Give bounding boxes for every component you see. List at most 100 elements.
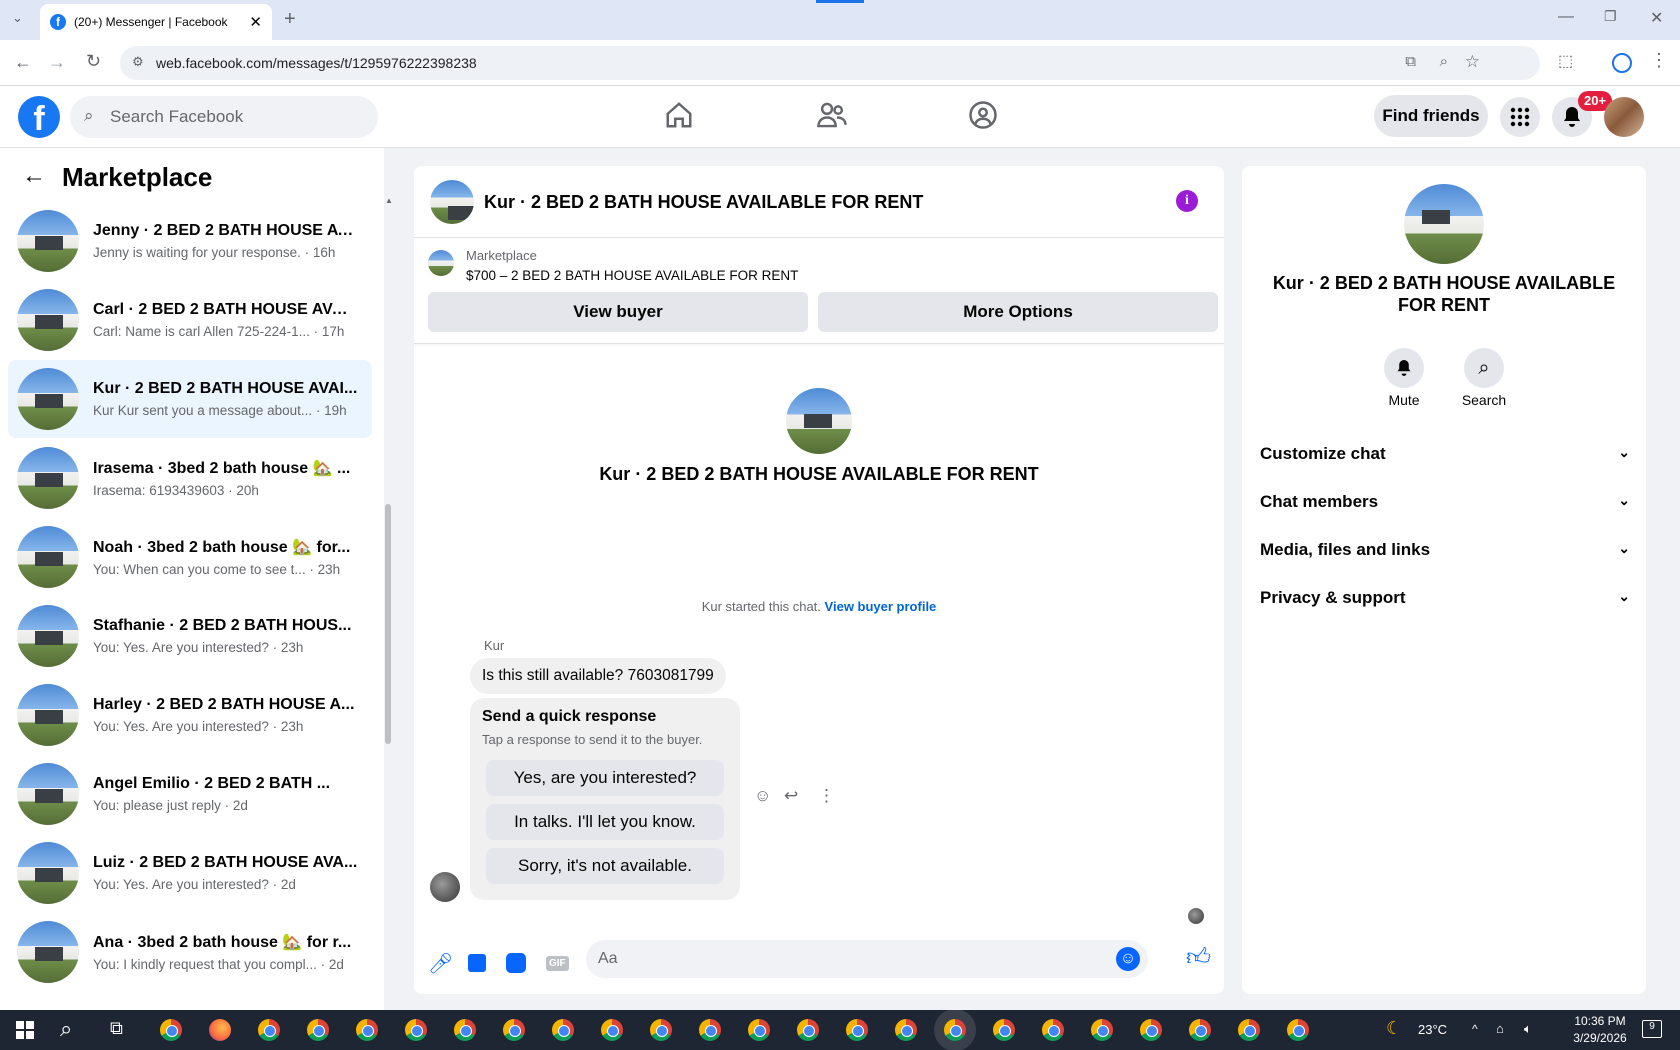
conversation-item[interactable]: Irasema · 3bed 2 bath house 🏡 ... Irasema…	[8, 439, 372, 517]
tray-chevron-icon[interactable]: ^	[1472, 1022, 1478, 1036]
back-icon[interactable]: ←	[14, 52, 32, 73]
info-section-row[interactable]: Customize chat ⌄	[1260, 444, 1630, 464]
new-tab-icon[interactable]: +	[284, 8, 296, 31]
chrome-taskbar-icon[interactable]	[356, 1019, 378, 1041]
notification-center-icon[interactable]: 9	[1642, 1020, 1662, 1038]
gif-icon[interactable]: GIF	[546, 955, 569, 971]
chrome-menu-icon[interactable]: ⋮	[1650, 50, 1668, 71]
tab-search-icon[interactable]: ⌄	[12, 10, 23, 26]
info-section-row[interactable]: Privacy & support ⌄	[1260, 588, 1630, 608]
bookmark-star-icon[interactable]: ☆	[1465, 52, 1480, 72]
taskbar-search-icon[interactable]: ⌕	[60, 1016, 72, 1042]
home-nav-icon[interactable]	[664, 100, 694, 135]
quick-reply-button[interactable]: In talks. I'll let you know.	[486, 804, 724, 840]
chrome-taskbar-icon[interactable]	[601, 1019, 623, 1041]
image-icon[interactable]	[468, 954, 486, 972]
more-options-button[interactable]: More Options	[818, 292, 1218, 332]
conversation-item[interactable]: Jenny · 2 BED 2 BATH HOUSE AV... Jenny is…	[8, 202, 372, 280]
conversation-item[interactable]: Noah · 3bed 2 bath house 🏡 for... You: Wh…	[8, 518, 372, 596]
tray-network-icon[interactable]: ⌂	[1496, 1021, 1504, 1036]
account-avatar[interactable]	[1604, 97, 1644, 137]
chrome-taskbar-icon[interactable]	[993, 1019, 1015, 1041]
chrome-taskbar-icon[interactable]	[846, 1019, 868, 1041]
browser-tab[interactable]: f (20+) Messenger | Facebook ✕	[40, 4, 272, 40]
chrome-taskbar-icon[interactable]	[797, 1019, 819, 1041]
info-section-row[interactable]: Chat members ⌄	[1260, 492, 1630, 512]
chat-header-avatar[interactable]	[430, 180, 474, 224]
close-tab-icon[interactable]: ✕	[249, 13, 262, 31]
chrome-taskbar-icon[interactable]	[160, 1019, 182, 1041]
chrome-taskbar-icon[interactable]	[650, 1019, 672, 1041]
chrome-taskbar-icon[interactable]	[258, 1019, 280, 1041]
chrome-taskbar-icon[interactable]	[895, 1019, 917, 1041]
extensions-icon[interactable]: ⬚	[1558, 51, 1573, 71]
chrome-taskbar-icon[interactable]	[1042, 1019, 1064, 1041]
zoom-icon[interactable]: ⌕	[1440, 53, 1448, 70]
chrome-taskbar-icon[interactable]	[748, 1019, 770, 1041]
url-field[interactable]: ⚙ web.facebook.com/messages/t/1295976222…	[120, 46, 1540, 80]
scroll-thumb[interactable]	[385, 504, 391, 744]
reply-arrow-icon[interactable]: ↩	[784, 786, 798, 806]
facebook-logo-icon[interactable]: f	[18, 96, 60, 138]
profile-icon[interactable]	[1612, 53, 1632, 73]
view-buyer-button[interactable]: View buyer	[428, 292, 808, 332]
emoji-icon[interactable]: ☺	[1116, 947, 1140, 971]
sticker-icon[interactable]	[506, 953, 526, 973]
search-chat-icon[interactable]: ⌕	[1464, 348, 1504, 388]
list-scrollbar[interactable]: ▲	[383, 196, 393, 996]
reload-icon[interactable]: ↻	[86, 51, 101, 72]
groups-nav-icon[interactable]	[968, 100, 998, 135]
conversation-item[interactable]: Angel Emilio · 2 BED 2 BATH ... You: plea…	[8, 755, 372, 833]
site-info-icon[interactable]: ⚙	[132, 54, 144, 70]
microphone-icon[interactable]: 🎤︎	[428, 951, 453, 976]
task-view-icon[interactable]: ⧉	[110, 1018, 123, 1039]
message-more-icon[interactable]: ⋮	[818, 786, 835, 806]
react-smile-icon[interactable]: ☺	[754, 786, 771, 806]
facebook-search-input[interactable]: ⌕ Search Facebook	[70, 96, 378, 138]
thumbs-up-icon[interactable]: 👍︎	[1186, 944, 1211, 972]
friends-nav-icon[interactable]	[816, 100, 848, 135]
listing-title[interactable]: $700 – 2 BED 2 BATH HOUSE AVAILABLE FOR …	[466, 268, 798, 283]
message-bubble[interactable]: Is this still available? 7603081799	[470, 658, 726, 694]
view-buyer-profile-link[interactable]: View buyer profile	[825, 599, 937, 614]
chrome-taskbar-icon[interactable]	[1189, 1019, 1211, 1041]
quick-reply-button[interactable]: Yes, are you interested?	[486, 760, 724, 796]
chrome-taskbar-icon[interactable]	[1091, 1019, 1113, 1041]
clock-date[interactable]: 3/29/2026	[1566, 1031, 1634, 1045]
info-icon[interactable]: i	[1176, 190, 1198, 212]
find-friends-button[interactable]: Find friends	[1374, 95, 1488, 137]
message-composer-input[interactable]: Aa ☺	[586, 940, 1148, 978]
windows-start-icon[interactable]	[16, 1021, 34, 1039]
chrome-taskbar-icon[interactable]	[454, 1019, 476, 1041]
restore-icon[interactable]: ❐	[1604, 8, 1617, 25]
quick-reply-button[interactable]: Sorry, it's not available.	[486, 848, 724, 884]
back-arrow-icon[interactable]: ←	[22, 162, 46, 190]
chrome-taskbar-icon[interactable]	[552, 1019, 574, 1041]
chrome-taskbar-icon[interactable]	[1140, 1019, 1162, 1041]
chat-header-title[interactable]: Kur · 2 BED 2 BATH HOUSE AVAILABLE FOR R…	[484, 192, 923, 213]
weather-temp[interactable]: 23°C	[1418, 1022, 1447, 1037]
info-section-row[interactable]: Media, files and links ⌄	[1260, 540, 1630, 560]
chrome-taskbar-icon[interactable]	[503, 1019, 525, 1041]
tray-volume-icon[interactable]: 🔈︎	[1524, 1021, 1532, 1037]
chrome-taskbar-icon[interactable]	[307, 1019, 329, 1041]
menu-grid-icon[interactable]	[1500, 97, 1540, 137]
minimize-icon[interactable]: —	[1558, 8, 1574, 26]
conversation-item[interactable]: Harley · 2 BED 2 BATH HOUSE A... You: Yes…	[8, 676, 372, 754]
firefox-taskbar-icon[interactable]	[209, 1019, 231, 1041]
conversation-item[interactable]: Luiz · 2 BED 2 BATH HOUSE AVA... You: Yes…	[8, 834, 372, 912]
chrome-taskbar-icon[interactable]	[1238, 1019, 1260, 1041]
conversation-item[interactable]: Ana · 3bed 2 bath house 🏡 for r... You: I…	[8, 913, 372, 991]
conversation-item[interactable]: Carl · 2 BED 2 BATH HOUSE AVAI... Carl: N…	[8, 281, 372, 359]
install-app-icon[interactable]: ⧉	[1405, 53, 1416, 70]
chrome-taskbar-icon[interactable]	[944, 1019, 966, 1041]
conversation-item[interactable]: Stafhanie · 2 BED 2 BATH HOUS... You: Yes…	[8, 597, 372, 675]
chrome-taskbar-icon[interactable]	[405, 1019, 427, 1041]
conversation-item[interactable]: Kur · 2 BED 2 BATH HOUSE AVAI... Kur Kur …	[8, 360, 372, 438]
chrome-taskbar-icon[interactable]	[699, 1019, 721, 1041]
close-window-icon[interactable]: ✕	[1650, 8, 1663, 28]
forward-icon[interactable]: →	[48, 52, 66, 73]
chrome-taskbar-icon[interactable]	[1287, 1019, 1309, 1041]
mute-bell-icon[interactable]	[1384, 348, 1424, 388]
clock-time[interactable]: 10:36 PM	[1566, 1014, 1634, 1028]
